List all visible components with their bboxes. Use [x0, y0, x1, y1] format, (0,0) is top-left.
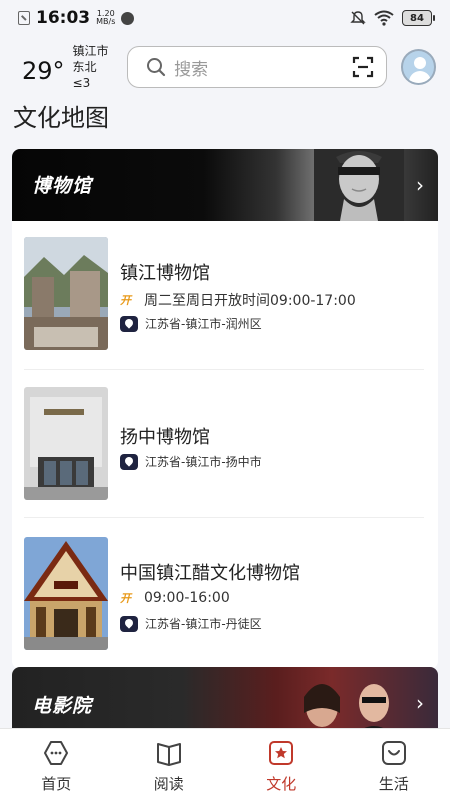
- statue-image: [314, 149, 404, 221]
- mute-icon: [350, 11, 366, 25]
- city-label: 镇江市: [72, 44, 109, 58]
- museum-hours: 开 周二至周日开放时间09:00-17:00: [120, 293, 356, 309]
- wind-label: 东北 ≤3: [72, 60, 97, 90]
- open-badge-icon: 开: [120, 294, 131, 307]
- chevron-right-icon[interactable]: ›: [416, 173, 424, 197]
- museum-photo: [24, 237, 108, 350]
- cinema-section-label: 电影院: [32, 695, 93, 717]
- museum-hours: 开 09:00-16:00: [120, 590, 230, 606]
- list-item[interactable]: 镇江博物馆 开 周二至周日开放时间09:00-17:00 江苏省-镇江市-润州区: [24, 237, 424, 353]
- museum-banner[interactable]: 博物馆 ›: [12, 149, 438, 221]
- museum-name: 中国镇江醋文化博物馆: [120, 563, 300, 584]
- divider: [24, 369, 424, 370]
- divider: [24, 517, 424, 518]
- museum-photo: [24, 387, 108, 500]
- nav-label: 首页: [41, 775, 72, 793]
- network-speed: 1.20 MB/s: [96, 9, 116, 26]
- weather-location[interactable]: 镇江市 东北 ≤3: [73, 43, 118, 91]
- app-notification-icon: [121, 11, 135, 25]
- museum-name: 扬中博物馆: [120, 427, 210, 448]
- cinema-image: [304, 684, 396, 737]
- culture-icon: [269, 741, 294, 765]
- life-icon: [381, 741, 406, 765]
- battery-icon: 84: [402, 10, 435, 26]
- wifi-icon: [374, 10, 394, 26]
- book-icon: [156, 743, 181, 766]
- search-placeholder: 搜索: [174, 59, 209, 80]
- nav-reading[interactable]: 阅读: [113, 729, 226, 800]
- museum-address: 江苏省-镇江市-润州区: [120, 315, 262, 332]
- page-title: 文化地图: [13, 104, 109, 132]
- nav-culture[interactable]: 文化: [225, 729, 338, 800]
- nav-label: 阅读: [153, 775, 184, 793]
- list-item[interactable]: 扬中博物馆 江苏省-镇江市-扬中市: [24, 387, 424, 503]
- status-time: 16:03: [36, 8, 91, 28]
- museum-name: 镇江博物馆: [120, 263, 210, 284]
- list-item[interactable]: 中国镇江醋文化博物馆 开 09:00-16:00 江苏省-镇江市-丹徒区: [24, 537, 424, 653]
- nav-home[interactable]: 首页: [0, 729, 113, 800]
- location-pin-icon: [120, 315, 138, 332]
- museum-card: 博物馆 › 镇江博物馆 开 周二至周日开放时间09:00-17:00 江苏省-镇…: [12, 149, 438, 669]
- nav-label: 生活: [378, 775, 409, 793]
- museum-address: 江苏省-镇江市-扬中市: [120, 453, 262, 470]
- scan-icon[interactable]: [352, 56, 374, 78]
- status-bar: 16:03 1.20 MB/s 84: [0, 0, 450, 36]
- cinema-banner[interactable]: 电影院 ›: [12, 667, 438, 737]
- open-badge-icon: 开: [120, 592, 131, 605]
- chevron-right-icon[interactable]: ›: [416, 691, 424, 715]
- home-icon: [44, 741, 69, 765]
- location-pin-icon: [120, 615, 138, 632]
- search-icon: [147, 58, 166, 77]
- avatar[interactable]: [400, 49, 436, 85]
- header: 29° 镇江市 东北 ≤3 搜索: [0, 36, 450, 98]
- museum-section-label: 博物馆: [32, 175, 93, 197]
- temperature: 29°: [22, 57, 65, 85]
- nav-label: 文化: [266, 775, 297, 793]
- search-input[interactable]: 搜索: [127, 46, 387, 88]
- nav-life[interactable]: 生活: [338, 729, 450, 800]
- notification-icon: [18, 11, 30, 25]
- museum-photo: [24, 537, 108, 650]
- museum-address: 江苏省-镇江市-丹徒区: [120, 615, 262, 632]
- location-pin-icon: [120, 453, 138, 470]
- bottom-nav: 首页 阅读 文化 生活: [0, 728, 450, 800]
